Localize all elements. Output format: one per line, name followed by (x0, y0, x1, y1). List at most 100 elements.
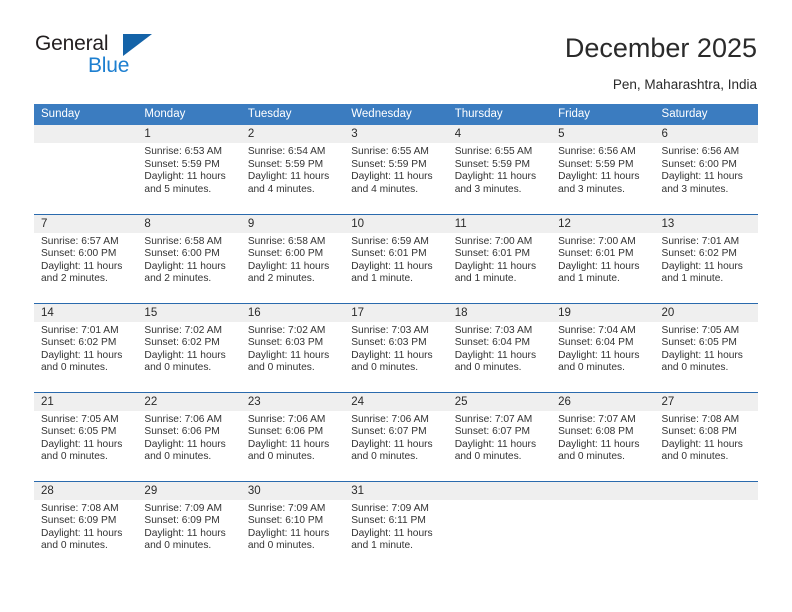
day-cell[interactable]: 26 Sunrise: 7:07 AM Sunset: 6:08 PM Dayl… (551, 391, 655, 481)
daylight-text-line1: Daylight: 11 hours (247, 260, 330, 272)
day-number (551, 481, 655, 500)
day-cell[interactable]: 18 Sunrise: 7:03 AM Sunset: 6:04 PM Dayl… (447, 302, 552, 392)
daylight-text-line2: and 0 minutes. (351, 451, 419, 463)
day-number: 5 (551, 125, 655, 143)
day-number: 19 (551, 303, 655, 322)
sunrise-text: Sunrise: 7:02 AM (144, 324, 223, 336)
weekday-header-saturday: Saturday (654, 104, 758, 125)
day-cell[interactable]: 24 Sunrise: 7:06 AM Sunset: 6:07 PM Dayl… (344, 391, 448, 481)
day-cell[interactable] (447, 480, 552, 570)
sunrise-text: Sunrise: 7:00 AM (454, 235, 533, 247)
sunset-text: Sunset: 6:02 PM (661, 248, 737, 260)
daylight-text-line1: Daylight: 11 hours (661, 260, 743, 272)
sunrise-text: Sunrise: 7:03 AM (454, 324, 533, 336)
day-number: 15 (137, 303, 241, 322)
day-cell[interactable]: 22 Sunrise: 7:06 AM Sunset: 6:06 PM Dayl… (137, 391, 241, 481)
day-cell[interactable]: 6 Sunrise: 6:56 AM Sunset: 6:00 PM Dayli… (654, 125, 758, 214)
day-number: 14 (34, 303, 138, 322)
daylight-text-line2: and 0 minutes. (454, 362, 522, 374)
day-cell[interactable]: 16 Sunrise: 7:02 AM Sunset: 6:03 PM Dayl… (240, 302, 345, 392)
day-cell[interactable]: 12 Sunrise: 7:00 AM Sunset: 6:01 PM Dayl… (551, 213, 655, 303)
page-title: December 2025 (564, 33, 757, 63)
logo-text-blue: Blue (88, 54, 130, 77)
daylight-text-line2: and 0 minutes. (41, 362, 108, 374)
day-number (447, 481, 552, 500)
day-number: 11 (447, 214, 552, 233)
day-details: Sunrise: 7:00 AM Sunset: 6:01 PM Dayligh… (448, 233, 551, 286)
day-details (448, 500, 551, 503)
daylight-text-line1: Daylight: 11 hours (41, 260, 123, 272)
day-cell[interactable]: 5 Sunrise: 6:56 AM Sunset: 5:59 PM Dayli… (551, 125, 655, 214)
day-details: Sunrise: 7:00 AM Sunset: 6:01 PM Dayligh… (551, 233, 654, 286)
day-details: Sunrise: 7:07 AM Sunset: 6:07 PM Dayligh… (448, 411, 551, 464)
day-cell[interactable]: 1 Sunrise: 6:53 AM Sunset: 5:59 PM Dayli… (137, 125, 241, 214)
daylight-text-line1: Daylight: 11 hours (454, 171, 537, 183)
day-cell[interactable]: 27 Sunrise: 7:08 AM Sunset: 6:08 PM Dayl… (654, 391, 758, 481)
day-cell[interactable]: 25 Sunrise: 7:07 AM Sunset: 6:07 PM Dayl… (447, 391, 552, 481)
calendar-page: General Blue December 2025 Pen, Maharash… (0, 0, 792, 612)
week-row: 7 Sunrise: 6:57 AM Sunset: 6:00 PM Dayli… (34, 213, 758, 303)
day-cell[interactable]: 8 Sunrise: 6:58 AM Sunset: 6:00 PM Dayli… (137, 213, 241, 303)
day-cell[interactable] (34, 125, 138, 214)
day-number: 24 (344, 392, 448, 411)
day-details: Sunrise: 7:07 AM Sunset: 6:08 PM Dayligh… (551, 411, 654, 464)
daylight-text-line2: and 1 minute. (351, 273, 413, 285)
sunrise-text: Sunrise: 6:57 AM (41, 235, 119, 247)
day-details: Sunrise: 7:09 AM Sunset: 6:11 PM Dayligh… (344, 500, 447, 553)
sunrise-text: Sunrise: 6:54 AM (247, 146, 326, 157)
generalblue-logo[interactable]: General Blue (35, 32, 165, 80)
day-cell[interactable]: 11 Sunrise: 7:00 AM Sunset: 6:01 PM Dayl… (447, 213, 552, 303)
sunset-text: Sunset: 6:01 PM (454, 248, 531, 260)
day-number: 10 (344, 214, 448, 233)
day-cell[interactable]: 17 Sunrise: 7:03 AM Sunset: 6:03 PM Dayl… (344, 302, 448, 392)
day-details: Sunrise: 7:02 AM Sunset: 6:03 PM Dayligh… (241, 322, 344, 375)
daylight-text-line1: Daylight: 11 hours (41, 527, 123, 539)
sunrise-text: Sunrise: 7:01 AM (41, 324, 119, 336)
day-cell[interactable]: 30 Sunrise: 7:09 AM Sunset: 6:10 PM Dayl… (240, 480, 345, 570)
day-cell[interactable]: 10 Sunrise: 6:59 AM Sunset: 6:01 PM Dayl… (344, 213, 448, 303)
sunset-text: Sunset: 5:59 PM (351, 158, 427, 170)
day-cell[interactable]: 31 Sunrise: 7:09 AM Sunset: 6:11 PM Dayl… (344, 480, 448, 570)
daylight-text-line2: and 0 minutes. (247, 540, 315, 552)
daylight-text-line1: Daylight: 11 hours (351, 438, 433, 450)
day-number: 25 (447, 392, 552, 411)
day-cell[interactable]: 20 Sunrise: 7:05 AM Sunset: 6:05 PM Dayl… (654, 302, 758, 392)
day-cell[interactable]: 7 Sunrise: 6:57 AM Sunset: 6:00 PM Dayli… (34, 213, 138, 303)
daylight-text-line2: and 0 minutes. (144, 540, 212, 552)
day-cell[interactable]: 23 Sunrise: 7:06 AM Sunset: 6:06 PM Dayl… (240, 391, 345, 481)
day-details: Sunrise: 6:59 AM Sunset: 6:01 PM Dayligh… (344, 233, 447, 286)
sunrise-text: Sunrise: 7:03 AM (351, 324, 429, 336)
day-cell[interactable]: 21 Sunrise: 7:05 AM Sunset: 6:05 PM Dayl… (34, 391, 138, 481)
day-number: 16 (240, 303, 345, 322)
sunrise-text: Sunrise: 7:06 AM (144, 413, 223, 425)
sunrise-text: Sunrise: 7:05 AM (41, 413, 119, 425)
daylight-text-line2: and 0 minutes. (247, 451, 315, 463)
day-cell[interactable]: 4 Sunrise: 6:55 AM Sunset: 5:59 PM Dayli… (447, 125, 552, 214)
daylight-text-line1: Daylight: 11 hours (144, 171, 226, 183)
day-details: Sunrise: 7:06 AM Sunset: 6:07 PM Dayligh… (344, 411, 447, 464)
day-cell[interactable] (551, 480, 655, 570)
day-cell[interactable]: 19 Sunrise: 7:04 AM Sunset: 6:04 PM Dayl… (551, 302, 655, 392)
day-cell[interactable]: 9 Sunrise: 6:58 AM Sunset: 6:00 PM Dayli… (240, 213, 345, 303)
day-cell[interactable]: 2 Sunrise: 6:54 AM Sunset: 5:59 PM Dayli… (240, 125, 345, 214)
sunset-text: Sunset: 6:08 PM (558, 426, 634, 438)
day-cell[interactable]: 14 Sunrise: 7:01 AM Sunset: 6:02 PM Dayl… (34, 302, 138, 392)
daylight-text-line2: and 3 minutes. (454, 183, 522, 195)
sunrise-text: Sunrise: 6:59 AM (351, 235, 429, 247)
weekday-header-row: Sunday Monday Tuesday Wednesday Thursday… (34, 104, 758, 125)
day-details: Sunrise: 6:55 AM Sunset: 5:59 PM Dayligh… (448, 143, 551, 196)
sunset-text: Sunset: 6:07 PM (351, 426, 427, 438)
day-number: 31 (344, 481, 448, 500)
daylight-text-line1: Daylight: 11 hours (144, 527, 226, 539)
sunset-text: Sunset: 6:03 PM (351, 337, 427, 349)
day-cell[interactable]: 3 Sunrise: 6:55 AM Sunset: 5:59 PM Dayli… (344, 125, 448, 214)
day-cell[interactable]: 29 Sunrise: 7:09 AM Sunset: 6:09 PM Dayl… (137, 480, 241, 570)
sunset-text: Sunset: 5:59 PM (144, 158, 220, 170)
daylight-text-line2: and 0 minutes. (558, 362, 625, 374)
day-cell[interactable]: 15 Sunrise: 7:02 AM Sunset: 6:02 PM Dayl… (137, 302, 241, 392)
sunrise-text: Sunrise: 7:06 AM (351, 413, 429, 425)
day-cell[interactable]: 13 Sunrise: 7:01 AM Sunset: 6:02 PM Dayl… (654, 213, 758, 303)
day-cell[interactable]: 28 Sunrise: 7:08 AM Sunset: 6:09 PM Dayl… (34, 480, 138, 570)
day-cell[interactable] (654, 480, 758, 570)
daylight-text-line1: Daylight: 11 hours (661, 438, 743, 450)
